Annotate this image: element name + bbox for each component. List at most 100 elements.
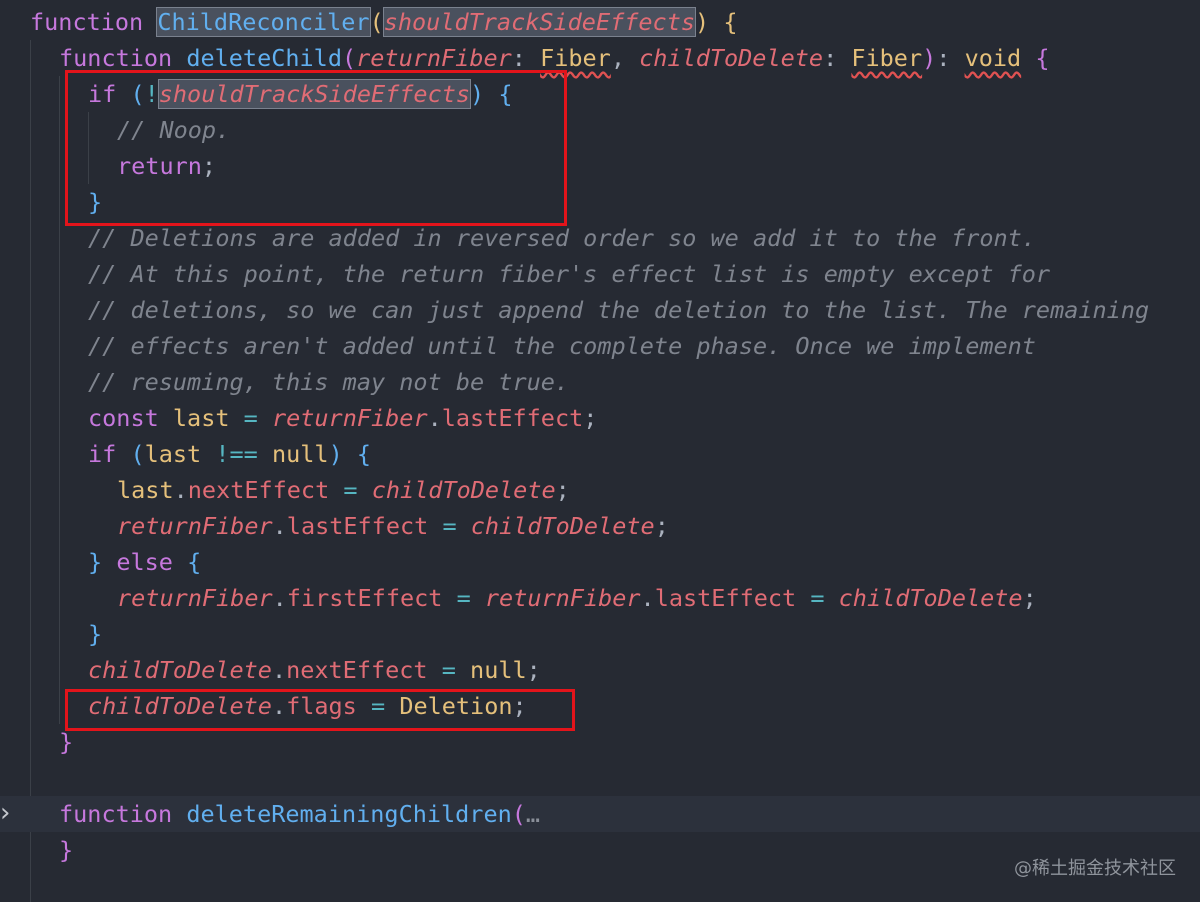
code-token: Fiber (540, 44, 611, 72)
code-token: nextEffect (187, 476, 330, 504)
highlight-box (65, 689, 575, 731)
code-editor[interactable]: function ChildReconciler ( shouldTrackSide… (0, 0, 1200, 902)
code-line-text: function deleteRemainingChildren(… (59, 796, 540, 832)
code-line[interactable] (0, 760, 1200, 796)
code-token: deleteChild (186, 44, 342, 72)
code-token: null (271, 440, 329, 468)
code-token: returnFiber (117, 512, 273, 540)
code-token: // Deletions are added in reversed order… (88, 224, 1036, 252)
fold-chevron-icon[interactable]: › (0, 796, 18, 832)
code-token: ( (341, 44, 357, 72)
code-token: { (356, 440, 372, 468)
code-token: { (1035, 44, 1050, 72)
code-token: lastEffect (441, 404, 584, 432)
code-token: shouldTrackSideEffects (382, 7, 697, 37)
code-line[interactable]: // effects aren't added until the comple… (0, 328, 1200, 364)
code-line[interactable]: const last = returnFiber.lastEffect; (0, 400, 1200, 436)
code-token: childToDelete (639, 44, 824, 72)
code-line[interactable]: childToDelete.nextEffect = null; (0, 652, 1200, 688)
code-token: ( (130, 440, 145, 468)
code-token: childToDelete (470, 512, 655, 540)
code-token: childToDelete (88, 656, 272, 684)
code-token: last (144, 440, 202, 468)
code-token: returnFiber (117, 584, 273, 612)
code-token: = (243, 404, 258, 432)
code-token: const (88, 404, 159, 432)
code-token: // At this point, the return fiber's eff… (88, 260, 1051, 288)
code-token: … (525, 800, 541, 828)
code-token: nextEffect (286, 656, 428, 684)
code-line-text: // resuming, this may not be true. (88, 364, 569, 400)
code-token: !== (215, 440, 258, 468)
code-token: null (470, 656, 527, 684)
code-token: ; (1022, 584, 1037, 612)
code-token: last (172, 404, 230, 432)
code-line[interactable]: } else { (0, 544, 1200, 580)
code-token: else (116, 548, 173, 576)
code-line[interactable]: function ChildReconciler(shouldTrackSide… (0, 4, 1200, 40)
code-token: Fiber (851, 44, 923, 72)
code-line[interactable]: if (last !== null) { (0, 436, 1200, 472)
code-token: . (173, 476, 188, 504)
code-line[interactable]: // resuming, this may not be true. (0, 364, 1200, 400)
code-token: = (441, 656, 456, 684)
code-line-text: // effects aren't added until the comple… (88, 328, 1036, 364)
code-line[interactable]: } (0, 616, 1200, 652)
code-line-text: function ChildReconciler(shouldTrackSide… (30, 4, 737, 40)
code-token: , (610, 44, 640, 72)
code-token: childToDelete (371, 476, 556, 504)
code-line[interactable]: last.nextEffect = childToDelete; (0, 472, 1200, 508)
highlight-box (65, 70, 567, 226)
code-token: } (59, 836, 74, 864)
code-line-text: returnFiber.firstEffect = returnFiber.la… (117, 580, 1037, 616)
code-line-text: // deletions, so we can just append the … (88, 292, 1149, 328)
code-line[interactable]: returnFiber.firstEffect = returnFiber.la… (0, 580, 1200, 616)
code-token: ( (511, 800, 526, 828)
code-line-text: childToDelete.nextEffect = null; (88, 652, 541, 688)
code-token: . (427, 404, 442, 432)
code-line[interactable]: returnFiber.lastEffect = childToDelete; (0, 508, 1200, 544)
code-line-text: } (88, 616, 102, 652)
code-token: ; (583, 404, 598, 432)
code-line-text: last.nextEffect = childToDelete; (117, 472, 570, 508)
code-token: function (30, 8, 144, 36)
code-token: : (936, 44, 965, 72)
code-token: : (511, 44, 541, 72)
code-token: . (640, 584, 655, 612)
code-token: lastEffect (286, 512, 429, 540)
code-line[interactable]: function deleteRemainingChildren(… (0, 796, 1200, 832)
code-token: childToDelete (838, 584, 1023, 612)
code-line-text: const last = returnFiber.lastEffect; (88, 400, 597, 436)
code-line[interactable]: // deletions, so we can just append the … (0, 292, 1200, 328)
code-token: deleteRemainingChildren (186, 800, 512, 828)
code-token: ChildReconciler (156, 7, 371, 37)
code-token: = (343, 476, 358, 504)
code-token: void (964, 44, 1022, 72)
code-line[interactable]: // At this point, the return fiber's eff… (0, 256, 1200, 292)
code-token: firstEffect (286, 584, 443, 612)
watermark: @稀土掘金技术社区 (1014, 858, 1176, 879)
code-token: ; (526, 656, 541, 684)
code-token: : (823, 44, 852, 72)
code-token: = (810, 584, 825, 612)
code-token: } (59, 728, 74, 756)
code-token: function (59, 44, 173, 72)
code-token: } (88, 620, 103, 648)
code-line-text: returnFiber.lastEffect = childToDelete; (117, 508, 669, 544)
